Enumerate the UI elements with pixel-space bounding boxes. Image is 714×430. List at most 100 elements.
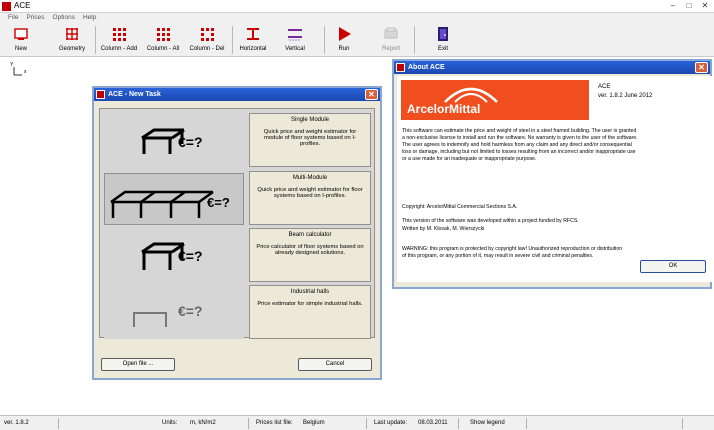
- about-warning: WARNING: this program is protected by co…: [402, 246, 623, 259]
- cancel-button[interactable]: Cancel: [298, 358, 372, 371]
- status-divider: [526, 418, 527, 429]
- play-icon: [339, 27, 351, 41]
- industrial-hall-icon: [130, 297, 218, 331]
- status-divider: [366, 418, 367, 429]
- toolbar-separator: [95, 26, 96, 54]
- axis-y-label: Y: [10, 62, 14, 68]
- new-button[interactable]: New: [6, 25, 36, 55]
- menubar: File Prices Options Help: [0, 13, 714, 23]
- status-update-value: 08.03.2011: [418, 420, 448, 426]
- about-close-icon[interactable]: ✕: [695, 62, 708, 73]
- column-del-button[interactable]: Column - Del: [186, 25, 228, 55]
- minimize-icon[interactable]: –: [666, 1, 680, 12]
- industrial-halls-option[interactable]: Industrial halls Price estimator for sim…: [249, 285, 371, 339]
- beam-vertical-icon: [288, 29, 302, 41]
- window-controls: – □ ✕: [666, 1, 712, 12]
- menu-help[interactable]: Help: [79, 13, 100, 23]
- about-app-name: ACE: [598, 84, 611, 90]
- i-beam-icon: [247, 28, 259, 40]
- vertical-button[interactable]: Vertical: [280, 25, 310, 55]
- horizontal-label: Horizontal: [239, 46, 267, 52]
- status-prices-value: Belgium: [303, 420, 325, 426]
- logo-text: ArcelorMittal: [407, 102, 481, 116]
- axes-indicator: Y x: [10, 62, 30, 78]
- column-all-button[interactable]: Column - All: [142, 25, 184, 55]
- beam-calculator-frame-icon: [134, 236, 218, 276]
- menu-prices[interactable]: Prices: [22, 13, 48, 23]
- multi-module-desc: Quick price and weight estimator for flo…: [257, 187, 363, 199]
- column-add-button[interactable]: Column - Add: [98, 25, 140, 55]
- multi-module-title: Multi-Module: [292, 175, 328, 181]
- app-icon: [2, 2, 11, 11]
- task-options-panel: €=? Single Module Quick price and weight…: [99, 108, 375, 339]
- report-button[interactable]: Report: [378, 25, 404, 55]
- column-all-label: Column - All: [146, 46, 180, 52]
- new-task-dialog: ACE - New Task ✕ €=? Single Module Quick…: [92, 86, 382, 380]
- single-module-option[interactable]: Single Module Quick price and weight est…: [249, 113, 371, 167]
- single-module-frame-icon: [134, 122, 218, 160]
- new-task-titlebar: ACE - New Task ✕: [94, 88, 380, 101]
- main-titlebar: ACE – □ ✕: [0, 0, 714, 13]
- about-version: ver. 1.8.2 June 2012: [598, 93, 653, 99]
- maximize-icon[interactable]: □: [682, 1, 696, 12]
- show-legend-button[interactable]: Show legend: [470, 420, 505, 426]
- report-label: Report: [381, 46, 400, 52]
- dialog-app-icon: [96, 90, 105, 99]
- column-add-label: Column - Add: [100, 46, 138, 52]
- about-titlebar: About ACE ✕: [394, 61, 710, 74]
- statusbar: ver. 1.8.2 Units: m, kN/m2 Prices list f…: [0, 415, 714, 430]
- beam-calculator-option[interactable]: Beam calculator Price calculator of floo…: [249, 228, 371, 282]
- toolbar-separator: [232, 26, 233, 54]
- status-update-label: Last update:: [374, 420, 408, 426]
- exit-button[interactable]: Exit: [432, 25, 454, 55]
- column-delete-icon: [201, 28, 214, 41]
- industrial-halls-image[interactable]: €=?: [104, 287, 244, 339]
- beam-calculator-image[interactable]: €=?: [104, 230, 244, 282]
- about-dialog: About ACE ✕ ArcelorMittal ACE ver. 1.8.2…: [392, 59, 712, 289]
- single-module-title: Single Module: [290, 117, 330, 123]
- status-units-value: m, kN/m2: [190, 420, 216, 426]
- about-title: About ACE: [408, 64, 445, 71]
- status-divider: [58, 418, 59, 429]
- new-task-title: ACE - New Task: [108, 91, 161, 98]
- geometry-label: Geometry: [58, 46, 86, 52]
- exit-label: Exit: [437, 46, 448, 52]
- price-question-text: €=?: [178, 248, 203, 264]
- about-rfcs: This version of the software was develop…: [402, 218, 579, 224]
- price-question-text: €=?: [207, 195, 230, 210]
- status-divider: [248, 418, 249, 429]
- axis-x-label: x: [24, 69, 27, 75]
- about-copyright: Copyright: ArcelorMittal Commercial Sect…: [402, 204, 518, 210]
- beam-calculator-title: Beam calculator: [288, 232, 332, 238]
- open-file-button[interactable]: Open file ...: [101, 358, 175, 371]
- toolbar: New Geometry Column - Add Column - All C…: [0, 23, 714, 57]
- multi-module-option[interactable]: Multi-Module Quick price and weight esti…: [249, 171, 371, 225]
- run-button[interactable]: Run: [332, 25, 356, 55]
- single-module-image[interactable]: €=?: [104, 114, 244, 166]
- column-add-icon: [113, 28, 126, 41]
- horizontal-button[interactable]: Horizontal: [236, 25, 270, 55]
- ok-button[interactable]: OK: [640, 260, 706, 273]
- report-icon: [384, 27, 398, 39]
- dialog-app-icon: [396, 63, 405, 72]
- status-divider: [682, 418, 683, 429]
- new-task-close-icon[interactable]: ✕: [365, 89, 378, 100]
- about-body: ArcelorMittal ACE ver. 1.8.2 June 2012 T…: [397, 76, 712, 282]
- status-version: ver. 1.8.2: [4, 420, 29, 426]
- new-icon: [14, 28, 28, 40]
- menu-file[interactable]: File: [4, 13, 22, 23]
- menu-options[interactable]: Options: [49, 13, 79, 23]
- status-units-label: Units:: [162, 420, 178, 426]
- geometry-button[interactable]: Geometry: [54, 25, 90, 55]
- close-icon[interactable]: ✕: [698, 1, 712, 12]
- run-label: Run: [338, 46, 350, 52]
- multi-module-image[interactable]: €=?: [104, 173, 244, 225]
- window-title: ACE: [14, 1, 31, 10]
- logo-swoosh-icon: [444, 87, 498, 103]
- status-divider: [458, 418, 459, 429]
- status-prices-label: Prices list file:: [256, 420, 293, 426]
- new-label: New: [14, 46, 27, 52]
- price-question-text: €=?: [178, 134, 203, 150]
- price-question-text: €=?: [178, 303, 203, 319]
- exit-door-icon: [438, 27, 448, 41]
